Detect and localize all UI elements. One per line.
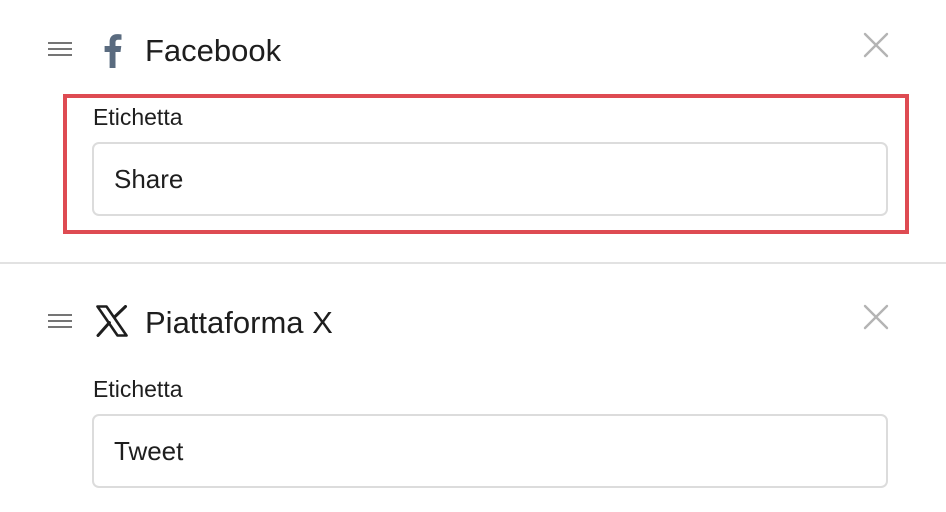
close-icon[interactable]: [862, 303, 890, 331]
label-input[interactable]: [92, 142, 888, 216]
close-icon[interactable]: [862, 31, 890, 59]
field-label: Etichetta: [93, 376, 183, 402]
x-logo-icon: [96, 305, 128, 337]
field-label: Etichetta: [93, 104, 183, 130]
service-item-x: Piattaforma X Etichetta: [0, 264, 946, 512]
service-title: Facebook: [145, 33, 282, 68]
drag-handle-icon[interactable]: [48, 42, 72, 56]
facebook-icon: [104, 34, 122, 68]
service-item-facebook: Facebook Etichetta: [0, 0, 946, 262]
drag-handle-icon[interactable]: [48, 314, 72, 328]
service-title: Piattaforma X: [145, 305, 333, 340]
label-input[interactable]: [92, 414, 888, 488]
social-sharing-settings-panel: Facebook Etichetta Piattaforma X Etichet…: [0, 0, 946, 512]
